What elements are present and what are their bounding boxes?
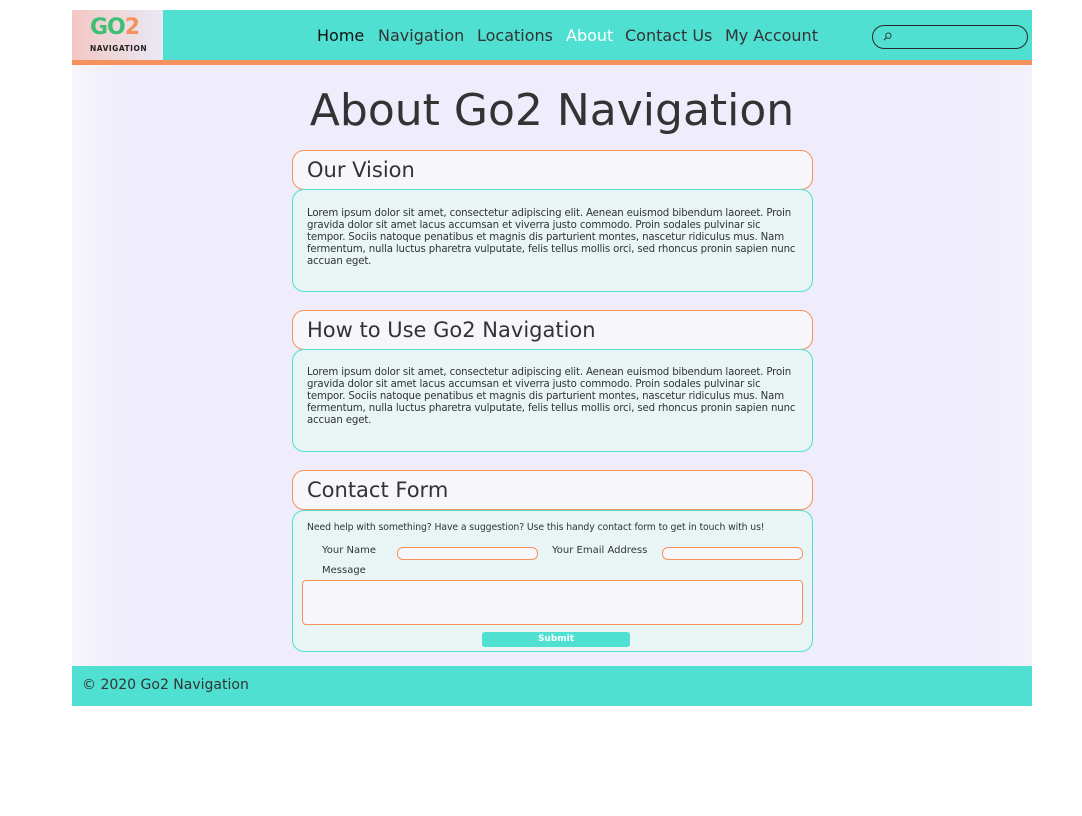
search-input[interactable] — [897, 28, 1025, 48]
logo-two-text: 2 — [124, 15, 140, 40]
logo[interactable]: GO2 NAVIGATION — [72, 10, 163, 60]
nav-item-about[interactable]: About — [566, 27, 613, 45]
search-icon — [883, 32, 892, 41]
section-heading-text: How to Use Go2 Navigation — [307, 318, 596, 342]
section-heading-vision: Our Vision — [292, 150, 813, 190]
nav-item-home[interactable]: Home — [317, 27, 364, 45]
nav-item-locations[interactable]: Locations — [477, 27, 553, 45]
section-body-text: Lorem ipsum dolor sit amet, consectetur … — [307, 208, 796, 267]
message-label: Message — [322, 565, 366, 576]
submit-button[interactable]: Submit — [482, 632, 630, 647]
name-label: Your Name — [322, 545, 377, 556]
section-heading-text: Our Vision — [307, 158, 415, 182]
search-box[interactable] — [872, 25, 1028, 49]
section-body-vision: Lorem ipsum dolor sit amet, consectetur … — [292, 189, 813, 292]
site-wrapper: GO2 NAVIGATION Home Navigation Locations… — [72, 10, 1032, 706]
section-heading-how-to-use: How to Use Go2 Navigation — [292, 310, 813, 350]
footer: © 2020 Go2 Navigation — [72, 666, 1032, 706]
page-title: About Go2 Navigation — [309, 85, 795, 136]
section-heading-contact: Contact Form — [292, 470, 813, 510]
nav-item-navigation[interactable]: Navigation — [378, 27, 464, 45]
contact-form: Need help with something? Have a suggest… — [292, 510, 813, 652]
section-body-how-to-use: Lorem ipsum dolor sit amet, consectetur … — [292, 349, 813, 452]
email-field[interactable] — [662, 547, 803, 560]
footer-copyright: © 2020 Go2 Navigation — [82, 677, 249, 693]
message-field[interactable] — [302, 580, 803, 625]
header-bar: GO2 NAVIGATION Home Navigation Locations… — [72, 10, 1032, 65]
logo-subtitle: NAVIGATION — [90, 44, 148, 53]
contact-form-intro: Need help with something? Have a suggest… — [307, 522, 765, 533]
nav-item-contact-us[interactable]: Contact Us — [625, 27, 712, 45]
nav-item-my-account[interactable]: My Account — [725, 27, 818, 45]
email-label: Your Email Address — [552, 545, 648, 556]
name-field[interactable] — [397, 547, 538, 560]
main-content: About Go2 Navigation Our Vision Lorem ip… — [72, 65, 1032, 666]
logo-wordmark: GO2 — [90, 15, 140, 40]
section-heading-text: Contact Form — [307, 478, 449, 502]
section-body-text: Lorem ipsum dolor sit amet, consectetur … — [307, 367, 796, 426]
logo-go-text: GO — [90, 15, 126, 40]
